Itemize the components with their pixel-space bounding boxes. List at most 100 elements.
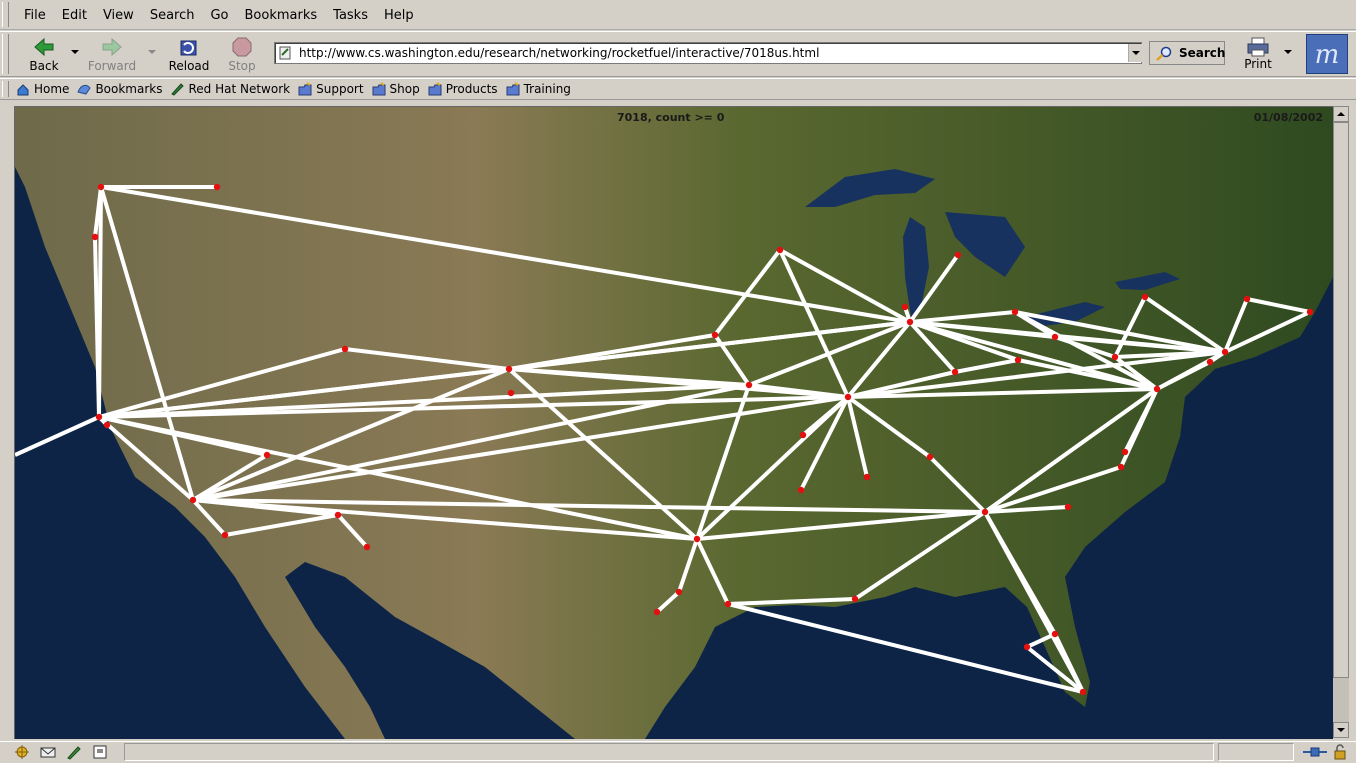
network-node[interactable] <box>954 251 962 259</box>
personal-item-label: Training <box>523 82 571 96</box>
security-lock-icon[interactable] <box>1332 744 1348 760</box>
page-proxy-icon[interactable] <box>279 46 293 60</box>
network-node[interactable] <box>745 381 753 389</box>
menu-search[interactable]: Search <box>142 8 203 23</box>
network-node[interactable] <box>1079 688 1087 696</box>
network-node[interactable] <box>1243 295 1251 303</box>
network-node[interactable] <box>1153 385 1161 393</box>
network-node[interactable] <box>263 451 271 459</box>
mozilla-throbber-logo[interactable]: m <box>1306 34 1348 74</box>
mail-icon[interactable] <box>40 744 56 760</box>
search-icon <box>1156 46 1172 61</box>
print-button[interactable]: Print <box>1238 35 1278 75</box>
network-node[interactable] <box>901 303 909 311</box>
personal-item-red-hat-network[interactable]: Red Hat Network <box>170 82 290 96</box>
network-node[interactable] <box>1141 293 1149 301</box>
personal-item-label: Red Hat Network <box>188 82 291 96</box>
composer-icon[interactable] <box>66 744 82 760</box>
network-node[interactable] <box>863 473 871 481</box>
menu-tasks[interactable]: Tasks <box>325 8 376 23</box>
network-node[interactable] <box>776 246 784 254</box>
network-node[interactable] <box>1221 348 1229 356</box>
network-node[interactable] <box>95 413 103 421</box>
redhat-network-icon <box>171 83 185 96</box>
folder-icon <box>298 82 312 96</box>
forward-button[interactable]: Forward <box>86 35 138 75</box>
back-arrow-icon <box>34 37 54 57</box>
navigation-toolbar-grip[interactable] <box>2 34 9 74</box>
menu-bar-grip[interactable] <box>2 2 9 27</box>
network-node[interactable] <box>1206 358 1214 366</box>
network-node[interactable] <box>1111 353 1119 361</box>
menu-view[interactable]: View <box>95 8 142 23</box>
network-node[interactable] <box>844 393 852 401</box>
network-node[interactable] <box>1014 356 1022 364</box>
network-node[interactable] <box>91 233 99 241</box>
menu-help[interactable]: Help <box>376 8 422 23</box>
back-history-dropdown[interactable] <box>71 50 79 54</box>
personal-toolbar: Home Bookmarks Red Hat Network Support Shop P… <box>0 78 1356 100</box>
network-node[interactable] <box>1064 503 1072 511</box>
personal-toolbar-grip[interactable] <box>2 81 9 97</box>
network-node[interactable] <box>363 543 371 551</box>
search-button[interactable]: Search <box>1149 41 1225 65</box>
scroll-thumb[interactable] <box>1333 122 1349 678</box>
network-node[interactable] <box>103 421 111 429</box>
network-node[interactable] <box>1051 333 1059 341</box>
network-node[interactable] <box>334 511 342 519</box>
vertical-scrollbar[interactable] <box>1333 106 1349 738</box>
network-node[interactable] <box>1121 448 1129 456</box>
personal-item-bookmarks[interactable]: Bookmarks <box>77 82 162 96</box>
network-node[interactable] <box>851 595 859 603</box>
network-node[interactable] <box>906 318 914 326</box>
menu-file[interactable]: File <box>16 8 54 23</box>
status-text-pane <box>124 743 1214 761</box>
network-node[interactable] <box>1306 308 1314 316</box>
forward-history-dropdown[interactable] <box>148 50 156 54</box>
network-node[interactable] <box>189 496 197 504</box>
home-icon <box>17 84 29 96</box>
network-node[interactable] <box>505 365 513 373</box>
network-node[interactable] <box>951 368 959 376</box>
reload-button[interactable]: Reload <box>163 35 215 75</box>
personal-item-training[interactable]: Training <box>506 82 571 96</box>
network-node[interactable] <box>1011 308 1019 316</box>
network-node[interactable] <box>1051 630 1059 638</box>
network-node[interactable] <box>981 508 989 516</box>
url-bar[interactable]: http://www.cs.washington.edu/research/ne… <box>274 42 1142 64</box>
network-node[interactable] <box>221 531 229 539</box>
personal-item-support[interactable]: Support <box>298 82 364 96</box>
network-node[interactable] <box>693 535 701 543</box>
scroll-up-arrow[interactable] <box>1333 106 1349 122</box>
network-node[interactable] <box>341 345 349 353</box>
url-text[interactable]: http://www.cs.washington.edu/research/ne… <box>299 46 819 60</box>
scroll-down-arrow[interactable] <box>1333 722 1349 738</box>
network-node[interactable] <box>213 183 221 191</box>
stop-button[interactable]: Stop <box>216 35 268 75</box>
network-node[interactable] <box>653 608 661 616</box>
url-history-dropdown[interactable] <box>1128 44 1143 62</box>
menu-go[interactable]: Go <box>202 8 236 23</box>
network-node[interactable] <box>797 486 805 494</box>
menu-bookmarks[interactable]: Bookmarks <box>237 8 326 23</box>
network-node[interactable] <box>926 453 934 461</box>
network-node[interactable] <box>799 431 807 439</box>
network-node[interactable] <box>1023 643 1031 651</box>
back-button[interactable]: Back <box>18 35 70 75</box>
navigator-icon[interactable] <box>14 744 30 760</box>
personal-item-shop[interactable]: Shop <box>372 82 420 96</box>
personal-item-home[interactable]: Home <box>16 82 69 96</box>
menu-edit[interactable]: Edit <box>54 8 95 23</box>
network-node[interactable] <box>711 331 719 339</box>
network-node[interactable] <box>1117 463 1125 471</box>
network-node[interactable] <box>507 389 515 397</box>
svg-text:m: m <box>1315 40 1340 70</box>
address-book-icon[interactable] <box>92 744 108 760</box>
network-node[interactable] <box>675 588 683 596</box>
online-connection-icon[interactable] <box>1302 744 1328 760</box>
reload-icon <box>180 40 197 56</box>
network-node[interactable] <box>724 600 732 608</box>
network-node[interactable] <box>97 183 105 191</box>
print-options-dropdown[interactable] <box>1284 50 1292 54</box>
personal-item-products[interactable]: Products <box>428 82 498 96</box>
